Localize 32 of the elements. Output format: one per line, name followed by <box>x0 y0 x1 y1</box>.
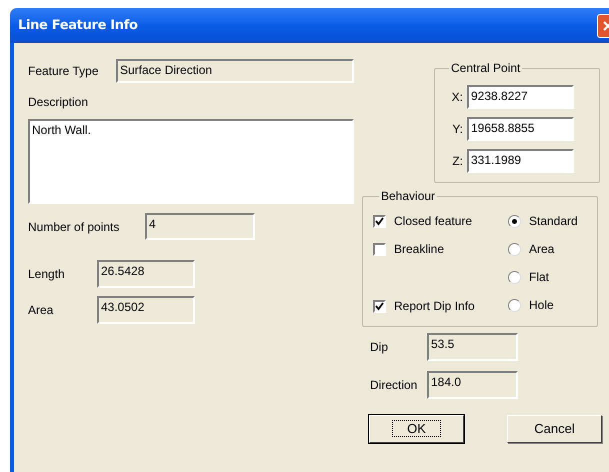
radio-button[interactable]: Flat <box>508 263 550 291</box>
direction-field: 184.0 <box>427 371 518 399</box>
window-title: Line Feature Info <box>18 16 138 35</box>
radio-button[interactable]: Standard <box>508 207 578 235</box>
field-label: Direction <box>370 377 418 394</box>
field-label: X: <box>450 89 464 106</box>
field-label: Dip <box>370 339 390 356</box>
field-label: Feature Type <box>28 63 100 80</box>
radio-button[interactable]: Hole <box>508 291 554 319</box>
dip-field: 53.5 <box>427 333 518 361</box>
field-label: Z: <box>451 153 464 170</box>
cancel-button[interactable]: Cancel <box>507 415 602 443</box>
field-label: Area <box>28 302 54 319</box>
area-field: 43.0502 <box>97 296 195 324</box>
description-field[interactable]: North Wall. <box>28 119 354 204</box>
field-label: Number of points <box>28 218 120 236</box>
field-label: Length <box>28 266 66 283</box>
radio-button[interactable]: Area <box>508 235 554 263</box>
coordinate-field[interactable]: 9238.8227 <box>467 85 574 109</box>
checkbox[interactable]: Breakline <box>373 235 444 263</box>
field-label: Description <box>28 94 88 111</box>
field-label: Y: <box>451 121 464 138</box>
feature-type-field: Surface Direction <box>116 59 354 83</box>
points-field: 4 <box>145 213 255 240</box>
checkbox[interactable]: Closed feature <box>373 207 472 235</box>
coordinate-field[interactable]: 331.1989 <box>467 149 574 173</box>
group-title: Behaviour <box>380 188 436 205</box>
coordinate-field[interactable]: 19658.8855 <box>467 117 574 141</box>
ok-button[interactable]: OK <box>369 415 464 443</box>
group-title: Central Point <box>450 60 522 77</box>
length-field: 26.5428 <box>97 260 195 288</box>
checkbox[interactable]: Report Dip Info <box>373 292 475 320</box>
